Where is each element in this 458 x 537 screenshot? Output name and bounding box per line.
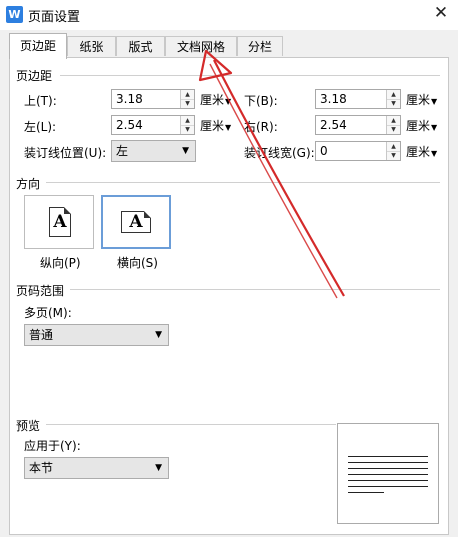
preview-line xyxy=(348,462,428,463)
landscape-page-icon: A xyxy=(121,211,151,233)
tab-paper[interactable]: 纸张 xyxy=(67,36,116,56)
tab-margins[interactable]: 页边距 xyxy=(9,33,67,59)
margins-section-title: 页边距 xyxy=(16,69,53,83)
close-icon[interactable]: ✕ xyxy=(430,2,452,24)
preview-line xyxy=(348,480,428,481)
preview-line xyxy=(348,468,428,469)
gutter-width-unit[interactable]: 厘米▼ xyxy=(406,144,437,162)
page-range-separator xyxy=(70,289,440,290)
multiple-pages-select[interactable]: 普通 ▼ xyxy=(24,324,169,346)
landscape-option[interactable]: A xyxy=(101,195,171,249)
preview-line xyxy=(348,456,428,457)
top-margin-label: 上(T): xyxy=(24,94,57,108)
margins-separator xyxy=(60,75,440,76)
multiple-pages-value: 普通 xyxy=(29,328,54,342)
gutter-width-spinner[interactable]: 0 ▲ ▼ xyxy=(315,141,401,161)
orientation-section-title: 方向 xyxy=(16,177,41,191)
tab-strip: 页边距 纸张 版式 文档网格 分栏 xyxy=(0,30,458,59)
top-margin-unit[interactable]: 厘米▼ xyxy=(200,92,231,110)
dialog-title: 页面设置 xyxy=(28,10,81,25)
gutter-width-label: 装订线宽(G): xyxy=(244,146,315,160)
spin-down-icon[interactable]: ▼ xyxy=(181,125,194,134)
gutter-width-value: 0 xyxy=(320,144,328,158)
preview-line xyxy=(348,474,428,475)
top-margin-spinner[interactable]: 3.18 ▲ ▼ xyxy=(111,89,195,109)
wps-app-icon: W xyxy=(6,6,23,23)
bottom-margin-spinner[interactable]: 3.18 ▲ ▼ xyxy=(315,89,401,109)
bottom-margin-value: 3.18 xyxy=(320,92,347,106)
landscape-label[interactable]: 横向(S) xyxy=(117,255,158,271)
chevron-down-icon: ▼ xyxy=(155,330,162,340)
preview-line xyxy=(348,486,428,487)
right-margin-spinner[interactable]: 2.54 ▲ ▼ xyxy=(315,115,401,135)
top-margin-value: 3.18 xyxy=(116,92,143,106)
orientation-separator xyxy=(46,182,440,183)
page-range-section-title: 页码范围 xyxy=(16,284,65,298)
preview-section-title: 预览 xyxy=(16,419,41,433)
title-bar: W 页面设置 ✕ xyxy=(0,0,458,30)
left-margin-label: 左(L): xyxy=(24,120,57,134)
left-margin-unit[interactable]: 厘米▼ xyxy=(200,118,231,136)
left-margin-value: 2.54 xyxy=(116,118,143,132)
gutter-position-label: 装订线位置(U): xyxy=(24,146,107,160)
right-margin-unit[interactable]: 厘米▼ xyxy=(406,118,437,136)
bottom-margin-label: 下(B): xyxy=(244,94,278,108)
preview-line xyxy=(348,492,384,493)
spin-down-icon[interactable]: ▼ xyxy=(387,99,400,108)
left-margin-spinner[interactable]: 2.54 ▲ ▼ xyxy=(111,115,195,135)
right-margin-value: 2.54 xyxy=(320,118,347,132)
spin-down-icon[interactable]: ▼ xyxy=(181,99,194,108)
apply-to-label: 应用于(Y): xyxy=(24,439,81,453)
right-margin-label: 右(R): xyxy=(244,120,278,134)
apply-to-value: 本节 xyxy=(29,461,54,475)
page-preview xyxy=(337,423,439,524)
chevron-down-icon: ▼ xyxy=(182,146,189,156)
gutter-position-value: 左 xyxy=(116,144,129,158)
apply-to-select[interactable]: 本节 ▼ xyxy=(24,457,169,479)
spin-down-icon[interactable]: ▼ xyxy=(387,151,400,160)
gutter-position-select[interactable]: 左 ▼ xyxy=(111,140,196,162)
chevron-down-icon: ▼ xyxy=(155,463,162,473)
tab-layout[interactable]: 版式 xyxy=(116,36,165,56)
spin-down-icon[interactable]: ▼ xyxy=(387,125,400,134)
portrait-page-icon: A xyxy=(49,207,71,237)
bottom-margin-unit[interactable]: 厘米▼ xyxy=(406,92,437,110)
tab-document-grid[interactable]: 文档网格 xyxy=(165,36,237,56)
preview-separator xyxy=(46,424,336,425)
multiple-pages-label: 多页(M): xyxy=(24,306,72,320)
portrait-label[interactable]: 纵向(P) xyxy=(40,255,81,271)
portrait-option[interactable]: A xyxy=(24,195,94,249)
tab-columns[interactable]: 分栏 xyxy=(237,36,283,56)
